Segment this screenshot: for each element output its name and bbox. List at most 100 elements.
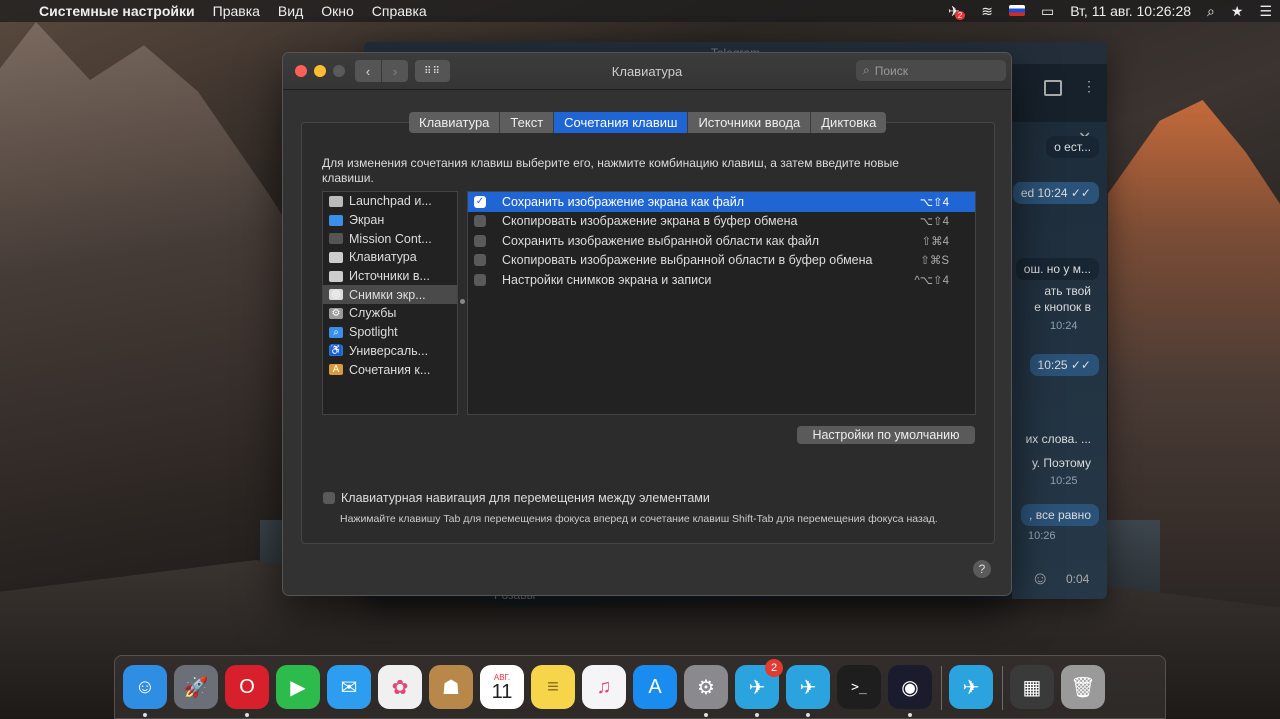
category-item[interactable]: ⚙ Службы <box>323 304 457 323</box>
shortcut-checkbox[interactable]: ✓ <box>474 195 486 208</box>
calendar-icon[interactable]: АВГ. 11 <box>480 665 524 709</box>
shortcut-label: Сохранить изображение выбранной области … <box>502 233 820 248</box>
input-source-flag[interactable] <box>1001 3 1033 19</box>
launchpad-rocket-icon[interactable]: 🚀 <box>174 665 218 709</box>
mission-control-icon <box>329 233 343 245</box>
tab-keyboard[interactable]: Клавиатура <box>409 112 501 133</box>
search-input[interactable]: ⌕ Поиск <box>856 60 1006 81</box>
dock-separator <box>941 666 942 710</box>
messages-icon[interactable]: ✉ <box>327 665 371 709</box>
menu-app-name[interactable]: Системные настройки <box>30 3 204 19</box>
contacts-icon[interactable]: ☗ <box>429 665 473 709</box>
category-item[interactable]: Launchpad и... <box>323 192 457 211</box>
shortcut-checkbox[interactable] <box>474 215 486 228</box>
category-item[interactable]: ⌕ Spotlight <box>323 323 457 342</box>
photos-icon[interactable]: ✿ <box>378 665 422 709</box>
tab-text[interactable]: Текст <box>500 112 555 133</box>
chat-message[interactable]: ош. но у м... <box>1015 258 1099 280</box>
airdrop-status-icon[interactable]: ≋ <box>973 3 1001 20</box>
dock-separator <box>1002 666 1003 710</box>
battery-status-icon[interactable]: ▭ <box>1033 3 1062 20</box>
chat-message[interactable]: , все равно <box>1021 504 1099 526</box>
shortcut-row[interactable]: Скопировать изображение выбранной област… <box>468 251 975 271</box>
shortcut-checkbox[interactable] <box>474 234 486 247</box>
menu-help[interactable]: Справка <box>363 3 436 19</box>
keyboard-nav-option[interactable]: Клавиатурная навигация для перемещения м… <box>323 491 710 505</box>
chat-message[interactable]: 10:25 ✓✓ <box>1029 354 1099 376</box>
category-item[interactable]: Экран <box>323 211 457 230</box>
shortcut-row[interactable]: Скопировать изображение экрана в буфер о… <box>468 212 975 232</box>
dock: ☺ 🚀 O ▶ ✉ ✿ ☗ АВГ. 11 ≡ ♫ A ⚙ ✈ 2 ✈ >_ ◉ ✈ ▦ 🗑 <box>114 655 1166 719</box>
chat-message[interactable]: е кнопок в <box>1026 296 1099 318</box>
shortcut-row[interactable]: Сохранить изображение выбранной области … <box>468 231 975 251</box>
trash-icon[interactable]: 🗑 <box>1061 665 1105 709</box>
chat-message[interactable]: у. Поэтому <box>1024 452 1099 474</box>
shortcut-keys[interactable]: ⌥⇧4 <box>920 195 949 209</box>
favorites-menu-icon[interactable]: ★ <box>1223 3 1252 20</box>
spotlight-icon: ⌕ <box>329 326 343 338</box>
shortcut-label: Настройки снимков экрана и записи <box>502 272 712 287</box>
menu-edit[interactable]: Правка <box>204 3 269 19</box>
keyboard-preferences-window: ‹ › ⠿⠿ Клавиатура ⌕ Поиск Клавиатура Тек… <box>282 52 1012 596</box>
emoji-icon[interactable]: ☺ <box>1031 568 1049 589</box>
telegram-icon[interactable]: ✈ <box>949 665 993 709</box>
shortcut-keys[interactable]: ⇧⌘S <box>920 253 949 267</box>
menu-window[interactable]: Окно <box>312 3 363 19</box>
menu-view[interactable]: Вид <box>269 3 312 19</box>
running-indicator <box>143 713 147 717</box>
telegram-status-icon[interactable]: ✈2 <box>940 3 973 20</box>
spotlight-menu-icon[interactable]: ⌕ <box>1199 3 1223 20</box>
shortcut-keys[interactable]: ⌥⇧4 <box>920 214 949 228</box>
star-icon: ★ <box>1230 2 1244 19</box>
sidebar-toggle-icon[interactable] <box>1044 80 1062 96</box>
message-time: 10:26 <box>1028 530 1056 542</box>
tab-input-sources[interactable]: Источники ввода <box>688 112 812 133</box>
window-titlebar: ‹ › ⠿⠿ Клавиатура ⌕ Поиск <box>283 53 1011 90</box>
chat-message[interactable]: о ест... <box>1046 136 1099 158</box>
restore-defaults-button[interactable]: Настройки по умолчанию <box>797 426 975 444</box>
downloads-stack-icon[interactable]: ▦ <box>1010 665 1054 709</box>
shortcut-row[interactable]: ✓ Сохранить изображение экрана как файл ⌥⇧… <box>468 192 975 212</box>
category-label: Службы <box>349 306 397 321</box>
shortcut-row[interactable]: Настройки снимков экрана и записи ^⌥⇧4 <box>468 270 975 290</box>
satellite-icon: ≋ <box>981 2 993 19</box>
running-indicator <box>704 713 708 717</box>
app-store-icon[interactable]: A <box>633 665 677 709</box>
category-item[interactable]: ♿ Универсаль... <box>323 342 457 361</box>
category-label: Универсаль... <box>349 343 429 358</box>
telegram-icon[interactable]: ✈ <box>786 665 830 709</box>
keyboard-nav-checkbox[interactable] <box>323 492 335 504</box>
shortcut-checkbox[interactable] <box>474 273 486 286</box>
menu-clock[interactable]: Вт, 11 авг. 10:26:28 <box>1062 3 1199 19</box>
shortcut-keys[interactable]: ⇧⌘4 <box>921 234 949 248</box>
split-handle[interactable] <box>460 299 465 304</box>
category-item[interactable]: Клавиатура <box>323 248 457 267</box>
more-icon[interactable]: ⋮ <box>1082 78 1096 95</box>
search-icon: ⌕ <box>863 63 870 77</box>
opera-icon[interactable]: O <box>225 665 269 709</box>
list-icon: ☰ <box>1259 2 1272 19</box>
category-item[interactable]: ◎ Снимки экр... <box>323 285 457 305</box>
music-icon[interactable]: ♫ <box>582 665 626 709</box>
chat-message[interactable]: ed 10:24 ✓✓ <box>1012 182 1099 204</box>
shortcut-label: Скопировать изображение выбранной област… <box>502 253 873 268</box>
shortcut-checkbox[interactable] <box>474 254 486 267</box>
siri-icon[interactable]: ◉ <box>888 665 932 709</box>
chat-message[interactable]: их слова. ... <box>1018 428 1099 450</box>
category-item[interactable]: A Сочетания к... <box>323 360 457 379</box>
finder-icon[interactable]: ☺ <box>123 665 167 709</box>
shortcut-keys[interactable]: ^⌥⇧4 <box>914 273 949 287</box>
category-label: Экран <box>349 213 385 228</box>
category-item[interactable]: Mission Cont... <box>323 229 457 248</box>
tab-dictation[interactable]: Диктовка <box>811 112 887 133</box>
category-item[interactable]: Источники в... <box>323 267 457 286</box>
tab-shortcuts[interactable]: Сочетания клавиш <box>554 112 689 133</box>
terminal-icon[interactable]: >_ <box>837 665 881 709</box>
message-text: ed 10:24 <box>1020 186 1068 200</box>
notes-icon[interactable]: ≡ <box>531 665 575 709</box>
search-placeholder: Поиск <box>874 63 908 78</box>
system-preferences-icon[interactable]: ⚙ <box>684 665 728 709</box>
notification-center-icon[interactable]: ☰ <box>1251 3 1280 20</box>
help-button[interactable]: ? <box>973 560 991 578</box>
facetime-icon[interactable]: ▶ <box>276 665 320 709</box>
